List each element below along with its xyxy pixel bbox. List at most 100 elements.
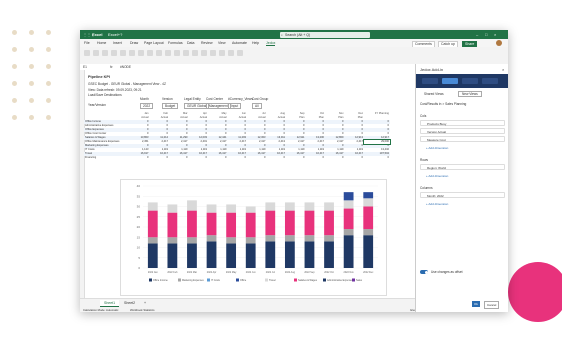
- tab-draw[interactable]: Draw: [130, 41, 138, 45]
- tab-formulas[interactable]: Formulas: [168, 41, 183, 45]
- panel-close-button[interactable]: ×: [502, 67, 504, 72]
- bar-segment: [265, 235, 276, 242]
- table-cell[interactable]: 0: [208, 156, 228, 160]
- legend-swatch: [149, 278, 152, 282]
- new-views-button[interactable]: New Views: [458, 91, 482, 97]
- column-item-month[interactable]: Month: 2022: [420, 192, 505, 198]
- ribbon-tool-icon[interactable]: [129, 50, 135, 56]
- bar-segment: [284, 241, 295, 268]
- ribbon-tool-icon[interactable]: [228, 50, 234, 56]
- decorative-dot: [46, 64, 51, 69]
- ribbon-tool-icon[interactable]: [147, 50, 153, 56]
- table-cell[interactable]: 0: [364, 156, 390, 160]
- filter-month[interactable]: 2022: [140, 103, 154, 109]
- table-cell[interactable]: 0: [150, 156, 170, 160]
- bar-segment: [206, 212, 217, 236]
- col-item-version[interactable]: Version Actual: [420, 128, 505, 134]
- ribbon-tool-icon[interactable]: [93, 50, 99, 56]
- ok-button[interactable]: Ok: [472, 301, 480, 307]
- decorative-dot: [12, 47, 17, 52]
- file-name[interactable]: Excel+?: [108, 32, 122, 37]
- table-cell[interactable]: 0: [228, 156, 248, 160]
- table-cell[interactable]: 0: [345, 156, 365, 160]
- ribbon-tool-icon[interactable]: [210, 50, 216, 56]
- table-cell[interactable]: 0: [189, 156, 209, 160]
- legend-swatch: [178, 278, 181, 282]
- filter-header-version: Version: [162, 97, 173, 101]
- search-input[interactable]: ⌕ Search (Alt + Q): [280, 31, 370, 38]
- filter-header-cost-center: Cost Center: [206, 97, 224, 101]
- formula-input[interactable]: #NODE: [120, 65, 131, 69]
- add-dimension-rows[interactable]: + Add dimension: [426, 174, 448, 178]
- tab-help[interactable]: Help: [252, 41, 259, 45]
- panel-tool-1[interactable]: [422, 78, 438, 84]
- filter-currency[interactable]: Input: [228, 103, 242, 109]
- tab-data[interactable]: Data: [187, 41, 194, 45]
- tab-insert[interactable]: Insert: [113, 41, 122, 45]
- sheet-title: Pipeline KPI: [88, 75, 110, 79]
- add-sheet-button[interactable]: +: [140, 300, 150, 306]
- y-tick-label: 5: [138, 256, 140, 260]
- ribbon-tool-icon[interactable]: [165, 50, 171, 56]
- table-cell[interactable]: 0: [247, 156, 267, 160]
- table-cell[interactable]: 0: [325, 156, 345, 160]
- legend-swatch: [352, 278, 355, 282]
- col-item-measure[interactable]: Measure Cost: [420, 136, 505, 142]
- chart-svg: 0 5 10 15 20 25 30 35 40 2022 Jan 2022 Feb 2022 Mar…: [137, 184, 378, 282]
- tab-automate[interactable]: Automate: [232, 41, 247, 45]
- legend-label: Marketing Expenses: [182, 279, 204, 282]
- tab-jedox[interactable]: Jedox: [266, 41, 276, 46]
- ribbon-tool-icon[interactable]: [219, 50, 225, 56]
- add-dimension-cols[interactable]: + Add dimension: [426, 146, 448, 150]
- info-line-1: View: Data refresh: 09.09.2023, 09:21: [88, 88, 142, 92]
- col-item-products[interactable]: Products Busy: [420, 120, 505, 126]
- status-workbook-stats[interactable]: Workbook Statistics: [130, 308, 155, 312]
- tab-review[interactable]: Review: [201, 41, 212, 45]
- tab-page-layout[interactable]: Page Layout: [144, 41, 164, 45]
- search-icon: ⌕: [281, 32, 283, 37]
- add-dimension-columns[interactable]: + Add dimension: [426, 202, 448, 206]
- ribbon-tool-icon[interactable]: [138, 50, 144, 56]
- row-item-region[interactable]: Region: World: [420, 164, 505, 170]
- panel-tool-3[interactable]: [462, 78, 478, 84]
- cube-selector[interactable]: Cost/Results in > Sales Planning: [420, 102, 466, 106]
- table-cell[interactable]: 0: [130, 156, 150, 160]
- offset-toggle[interactable]: [420, 270, 428, 274]
- ribbon-tool-icon[interactable]: [120, 50, 126, 56]
- minimize-button[interactable]: –: [476, 32, 478, 37]
- ribbon-tool-icon[interactable]: [201, 50, 207, 56]
- close-button[interactable]: ×: [494, 32, 496, 37]
- ribbon-tool-icon[interactable]: [84, 50, 90, 56]
- ribbon-tool-icon[interactable]: [192, 50, 198, 56]
- tab-home[interactable]: Home: [97, 41, 106, 45]
- sheet-tab-1[interactable]: Sheet1: [100, 300, 120, 307]
- filter-cost-center[interactable]: Management: [206, 103, 231, 109]
- tab-file[interactable]: File: [84, 41, 90, 45]
- filter-cost-group[interactable]: All: [252, 103, 262, 109]
- table-cell[interactable]: 0: [267, 156, 287, 160]
- panel-tool-2[interactable]: [442, 78, 458, 84]
- ribbon-tool-icon[interactable]: [237, 50, 243, 56]
- cancel-button[interactable]: Cancel: [484, 301, 500, 309]
- table-cell[interactable]: 0: [306, 156, 326, 160]
- sheet-tab-2[interactable]: Sheet2: [120, 300, 139, 306]
- filter-version[interactable]: Budget: [162, 103, 179, 109]
- bar-segment: [363, 206, 374, 230]
- x-tick-label: 2022 Oct: [324, 271, 334, 274]
- ribbon-tool-icon[interactable]: [174, 50, 180, 56]
- ribbon-tool-icon[interactable]: [102, 50, 108, 56]
- avatar[interactable]: [496, 40, 502, 46]
- ribbon-tool-icon[interactable]: [111, 50, 117, 56]
- name-box[interactable]: E1: [83, 65, 87, 69]
- legend-label: IT Costs: [211, 279, 221, 282]
- ribbon-tool-icon[interactable]: [183, 50, 189, 56]
- ribbon-tool-icon[interactable]: [156, 50, 162, 56]
- table-cell[interactable]: 0: [169, 156, 189, 160]
- maximize-button[interactable]: □: [485, 32, 487, 37]
- panel-tool-4[interactable]: [482, 78, 498, 84]
- table-cell[interactable]: 0: [286, 156, 306, 160]
- y-tick-label: 25: [137, 215, 141, 219]
- decorative-dot: [46, 47, 51, 52]
- tab-view[interactable]: View: [218, 41, 226, 45]
- shared-views-button[interactable]: Shared Views: [424, 92, 444, 96]
